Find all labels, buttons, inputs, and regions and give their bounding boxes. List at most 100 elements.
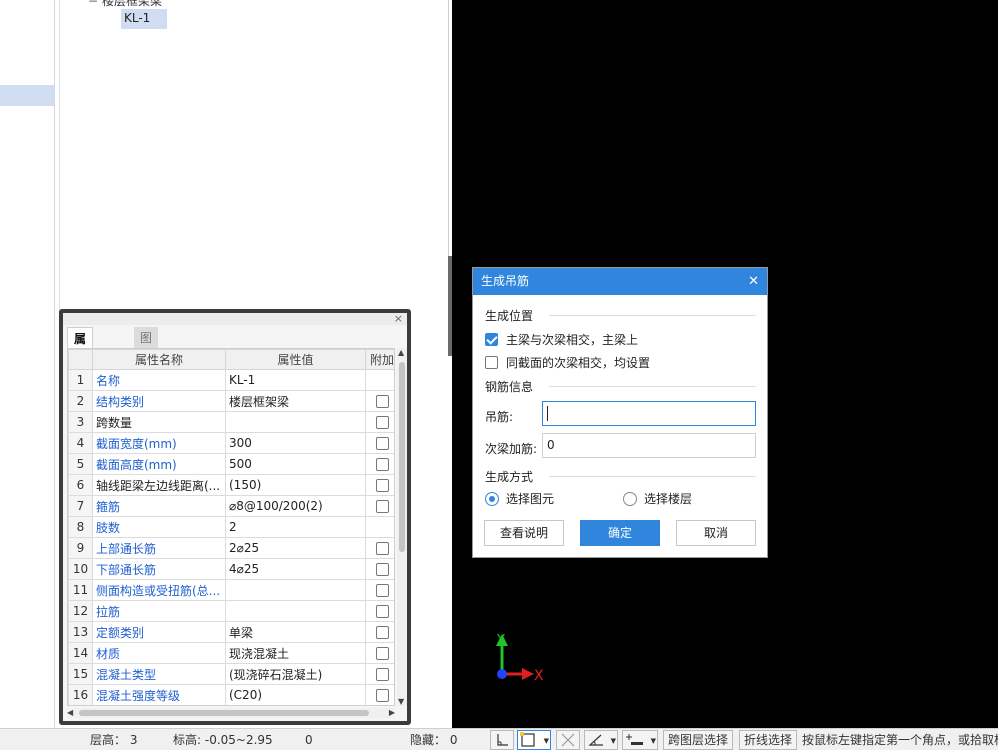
property-value[interactable]: 500 (225, 453, 366, 475)
help-button[interactable]: 查看说明 (484, 520, 564, 546)
property-value[interactable]: 楼层框架梁 (225, 390, 366, 412)
scroll-thumb[interactable] (399, 362, 405, 552)
table-row[interactable]: 6 轴线距梁左边线距离(... (150) (68, 474, 394, 496)
panel-splitter-handle[interactable] (448, 256, 452, 356)
property-value[interactable]: ⌀8@100/200(2) (225, 495, 366, 517)
table-row[interactable]: 14 材质 现浇混凝土 (68, 642, 394, 664)
extra-checkbox[interactable] (375, 689, 389, 702)
extra-checkbox[interactable] (375, 458, 389, 471)
table-row[interactable]: 5 截面高度(mm) 500 (68, 453, 394, 475)
panel-title-bar: × (63, 312, 407, 325)
hanger-input[interactable] (542, 401, 756, 426)
extra-checkbox[interactable] (375, 479, 389, 492)
collapse-icon[interactable]: − (88, 0, 98, 8)
table-row[interactable]: 16 混凝土强度等级 (C20) (68, 684, 394, 705)
chevron-down-icon[interactable]: ▼ (651, 737, 656, 745)
vertical-scrollbar[interactable]: ▲ ▼ (397, 348, 407, 706)
extra-checkbox[interactable] (375, 668, 389, 681)
property-value[interactable]: (C20) (225, 684, 366, 705)
table-row[interactable]: 4 截面宽度(mm) 300 (68, 432, 394, 454)
table-row[interactable]: 15 混凝土类型 (现浇碎石混凝土) (68, 663, 394, 685)
tree-node-kl1[interactable]: KL-1 (121, 9, 167, 29)
close-icon[interactable]: × (394, 312, 403, 325)
radio-button[interactable] (485, 491, 499, 506)
snap-offset-button[interactable]: ▼ (622, 730, 658, 750)
extra-checkbox[interactable] (375, 437, 389, 450)
property-value[interactable]: 2 (225, 516, 366, 538)
row-index: 2 (68, 390, 93, 412)
property-value[interactable] (225, 600, 366, 622)
property-name: 结构类别 (92, 390, 226, 412)
table-row[interactable]: 1 名称 KL-1 (68, 369, 394, 391)
column-header-value[interactable]: 属性值 (225, 349, 366, 370)
scroll-down-icon[interactable]: ▼ (398, 697, 404, 706)
option-same-section[interactable]: 同截面的次梁相交，均设置 (485, 354, 650, 371)
checkbox-main-secondary[interactable] (485, 333, 498, 346)
extra-checkbox[interactable] (375, 500, 389, 513)
scroll-left-icon[interactable]: ◀ (67, 708, 73, 717)
extra-checkbox[interactable] (375, 605, 389, 618)
property-name: 混凝土类型 (92, 663, 226, 685)
ortho-mode-button[interactable] (490, 730, 514, 750)
radio-select-element[interactable]: 选择图元 (485, 490, 554, 507)
cancel-button[interactable]: 取消 (676, 520, 756, 546)
extra-checkbox[interactable] (375, 416, 389, 429)
ok-button[interactable]: 确定 (580, 520, 660, 546)
close-icon[interactable]: ✕ (748, 268, 759, 295)
select-box-button[interactable]: ▼ (517, 730, 551, 750)
angle-button[interactable]: ▼ (584, 730, 618, 750)
property-value[interactable] (225, 579, 366, 601)
property-value[interactable]: 300 (225, 432, 366, 454)
table-row[interactable]: 13 定额类别 单梁 (68, 621, 394, 643)
table-row[interactable]: 11 侧面构造或受扭筋(总... (68, 579, 394, 601)
table-row[interactable]: 7 箍筋 ⌀8@100/200(2) (68, 495, 394, 517)
left-strip-selected-item[interactable] (0, 85, 55, 106)
radio-select-floor[interactable]: 选择楼层 (623, 490, 692, 507)
extra-checkbox[interactable] (375, 542, 389, 555)
polyline-select-button[interactable]: 折线选择 (739, 730, 798, 750)
property-name: 拉筋 (92, 600, 226, 622)
tab-layer-management[interactable]: 图层管理 (134, 327, 159, 411)
table-row[interactable]: 3 跨数量 (68, 411, 394, 433)
property-name: 名称 (92, 369, 226, 391)
scroll-thumb[interactable] (79, 710, 369, 716)
scroll-up-icon[interactable]: ▲ (398, 348, 404, 357)
column-header-name[interactable]: 属性名称 (92, 349, 226, 370)
dialog-title-bar[interactable]: 生成吊筋 ✕ (473, 268, 767, 295)
checkbox-same-section[interactable] (485, 356, 498, 369)
property-value[interactable]: (150) (225, 474, 366, 496)
property-name: 轴线距梁左边线距离(... (92, 474, 226, 496)
table-row[interactable]: 12 拉筋 (68, 600, 394, 622)
chevron-down-icon[interactable]: ▼ (544, 737, 549, 745)
extra-checkbox[interactable] (375, 563, 389, 576)
table-row[interactable]: 2 结构类别 楼层框架梁 (68, 390, 394, 412)
extra-checkbox[interactable] (375, 584, 389, 597)
extra-cell (365, 600, 394, 622)
chevron-down-icon[interactable]: ▼ (611, 737, 616, 745)
cross-select-button[interactable] (556, 730, 580, 750)
extra-cell (365, 684, 394, 705)
column-header-extra[interactable]: 附加 (365, 349, 394, 370)
tree-node-frame-beam[interactable]: − 楼层框架梁 (88, 0, 162, 9)
property-value[interactable]: 4⌀25 (225, 558, 366, 580)
section-divider (549, 476, 756, 477)
property-value[interactable] (225, 411, 366, 433)
property-value[interactable]: 单梁 (225, 621, 366, 643)
extra-checkbox[interactable] (375, 395, 389, 408)
table-row[interactable]: 9 上部通长筋 2⌀25 (68, 537, 394, 559)
radio-button[interactable] (623, 491, 637, 506)
table-row[interactable]: 10 下部通长筋 4⌀25 (68, 558, 394, 580)
scroll-right-icon[interactable]: ▶ (389, 708, 395, 717)
cross-layer-select-button[interactable]: 跨图层选择 (663, 730, 734, 750)
property-value[interactable]: KL-1 (225, 369, 366, 391)
option-main-secondary[interactable]: 主梁与次梁相交，主梁上 (485, 331, 638, 348)
secondary-beam-input[interactable]: 0 (542, 433, 756, 458)
horizontal-scrollbar[interactable]: ◀ ▶ (67, 708, 395, 718)
property-value[interactable]: (现浇碎石混凝土) (225, 663, 366, 685)
property-value[interactable]: 2⌀25 (225, 537, 366, 559)
tab-property-list[interactable]: 属性列表 (67, 327, 94, 412)
property-value[interactable]: 现浇混凝土 (225, 642, 366, 664)
extra-checkbox[interactable] (375, 647, 389, 660)
extra-checkbox[interactable] (375, 626, 389, 639)
table-row[interactable]: 8 肢数 2 (68, 516, 394, 538)
